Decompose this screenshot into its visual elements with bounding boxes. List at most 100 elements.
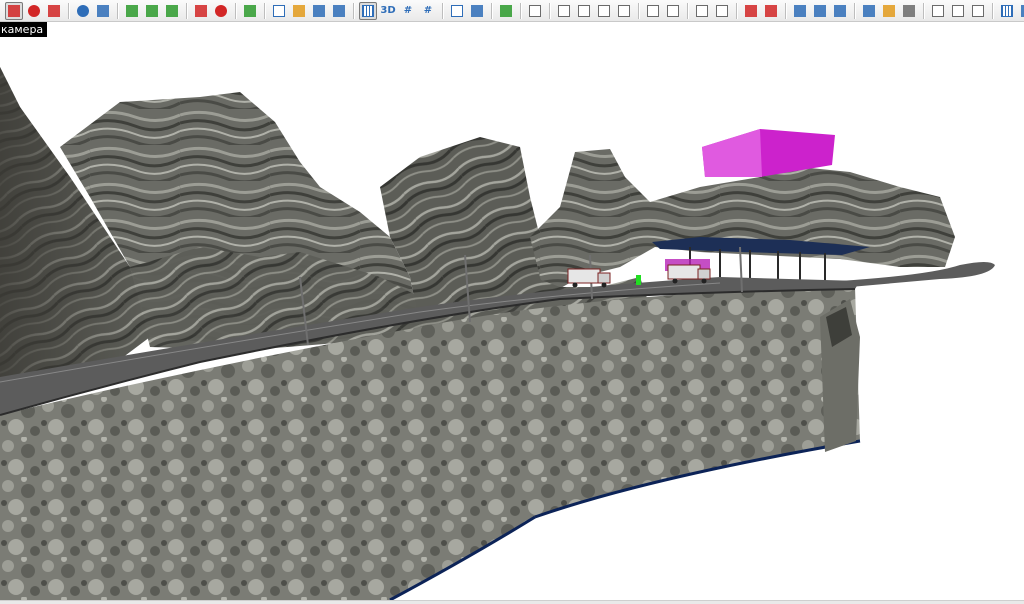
- green-cube-icon-glyph: [126, 4, 138, 17]
- save-icon[interactable]: [310, 2, 328, 20]
- arrow-left-icon-glyph: [667, 4, 679, 17]
- truck-1: [567, 268, 611, 288]
- blue-cube-icon-glyph: [97, 4, 109, 17]
- selection-icon[interactable]: [831, 2, 849, 20]
- red-box-icon[interactable]: [192, 2, 210, 20]
- 3d-view-icon[interactable]: 3D: [379, 2, 397, 20]
- red-box-icon-glyph: [195, 4, 207, 17]
- pin-icon-glyph: [500, 4, 512, 17]
- red-cylinder-icon[interactable]: [45, 2, 63, 20]
- rotate-left-icon[interactable]: [693, 2, 711, 20]
- landscape-icon[interactable]: [241, 2, 259, 20]
- blue-cube-icon[interactable]: [94, 2, 112, 20]
- bounds-icon[interactable]: [1018, 2, 1024, 20]
- add-point-icon[interactable]: [742, 2, 760, 20]
- box-select-icon-glyph: [863, 4, 875, 17]
- bottom-border: [0, 600, 1024, 604]
- smiley-icon-glyph: [215, 4, 227, 17]
- rotate-right-icon[interactable]: [713, 2, 731, 20]
- green-pyramid-icon-glyph: [166, 4, 178, 17]
- align-bottom-icon-glyph: [578, 4, 590, 17]
- 3d-viewport[interactable]: [0, 37, 1024, 600]
- cube-frame-icon[interactable]: [880, 2, 898, 20]
- new-scene-icon-glyph: [8, 4, 20, 17]
- blue-sphere-icon[interactable]: [74, 2, 92, 20]
- edit-icon-glyph: [529, 4, 541, 17]
- green-pyramid-icon[interactable]: [163, 2, 181, 20]
- select-group-icon[interactable]: [811, 2, 829, 20]
- new-scene-icon[interactable]: [5, 1, 23, 20]
- align-right-icon-glyph: [618, 4, 630, 17]
- hatch-icon[interactable]: [998, 2, 1016, 20]
- add-point-icon-glyph: [745, 4, 757, 17]
- toolbar-separator: [353, 2, 354, 19]
- save-icon-glyph: [313, 4, 325, 17]
- arrow-up-icon[interactable]: [644, 2, 662, 20]
- green-cube-icon[interactable]: [123, 2, 141, 20]
- toolbar-separator: [186, 2, 187, 19]
- green-box-icon[interactable]: [143, 2, 161, 20]
- save-as-icon[interactable]: [330, 2, 348, 20]
- snap-grid-icon[interactable]: #: [399, 2, 417, 20]
- toolbar-separator: [491, 2, 492, 19]
- hatch-icon-glyph: [1001, 4, 1013, 17]
- grid-icon-glyph: [362, 4, 374, 17]
- save-as-icon-glyph: [333, 4, 345, 17]
- toolbar-separator: [992, 2, 993, 19]
- arrow-up-icon-glyph: [647, 4, 659, 17]
- select-area-icon-glyph: [794, 4, 806, 17]
- landscape-icon-glyph: [244, 4, 256, 17]
- replace-object-icon[interactable]: [468, 2, 486, 20]
- paste-icon[interactable]: [969, 2, 987, 20]
- grid-icon[interactable]: [359, 1, 377, 20]
- rotate-right-icon-glyph: [716, 4, 728, 17]
- cube-frame-icon-glyph: [883, 4, 895, 17]
- box-select-icon[interactable]: [860, 2, 878, 20]
- cube-solid-icon-glyph: [903, 4, 915, 17]
- align-right-icon[interactable]: [615, 2, 633, 20]
- toolbar-separator: [638, 2, 639, 19]
- toolbar-separator: [785, 2, 786, 19]
- rotate-left-icon-glyph: [696, 4, 708, 17]
- pin-icon[interactable]: [497, 2, 515, 20]
- new-document-icon[interactable]: [270, 2, 288, 20]
- blue-sphere-icon-glyph: [77, 4, 89, 17]
- toolbar-separator: [736, 2, 737, 19]
- select-area-icon[interactable]: [791, 2, 809, 20]
- select-group-icon-glyph: [814, 4, 826, 17]
- align-bottom-icon[interactable]: [575, 2, 593, 20]
- toolbar-separator: [854, 2, 855, 19]
- copy-icon-glyph: [952, 4, 964, 17]
- cut-icon-glyph: [932, 4, 944, 17]
- cut-icon[interactable]: [929, 2, 947, 20]
- red-cylinder-icon-glyph: [48, 4, 60, 17]
- toolbar-separator: [442, 2, 443, 19]
- cube-solid-icon[interactable]: [900, 2, 918, 20]
- align-top-icon-glyph: [598, 4, 610, 17]
- toolbar-separator: [687, 2, 688, 19]
- new-document-icon-glyph: [273, 4, 285, 17]
- arrow-left-icon[interactable]: [664, 2, 682, 20]
- copy-object-icon[interactable]: [448, 2, 466, 20]
- toolbar-separator: [235, 2, 236, 19]
- align-left-icon[interactable]: [555, 2, 573, 20]
- toolbar-separator: [264, 2, 265, 19]
- toolbar-separator: [68, 2, 69, 19]
- replace-object-icon-glyph: [471, 4, 483, 17]
- green-box-icon-glyph: [146, 4, 158, 17]
- edit-icon[interactable]: [526, 2, 544, 20]
- copy-icon[interactable]: [949, 2, 967, 20]
- add-node-icon[interactable]: [762, 2, 780, 20]
- selection-icon-glyph: [834, 4, 846, 17]
- snap-grid-plus-icon[interactable]: #: [419, 2, 437, 20]
- toolbar-separator: [520, 2, 521, 19]
- red-sphere-icon[interactable]: [25, 2, 43, 20]
- align-top-icon[interactable]: [595, 2, 613, 20]
- toolbar-separator: [549, 2, 550, 19]
- open-folder-icon[interactable]: [290, 2, 308, 20]
- add-node-icon-glyph: [765, 4, 777, 17]
- green-marker: [636, 275, 641, 285]
- toolbar-separator: [923, 2, 924, 19]
- copy-object-icon-glyph: [451, 4, 463, 17]
- smiley-icon[interactable]: [212, 2, 230, 20]
